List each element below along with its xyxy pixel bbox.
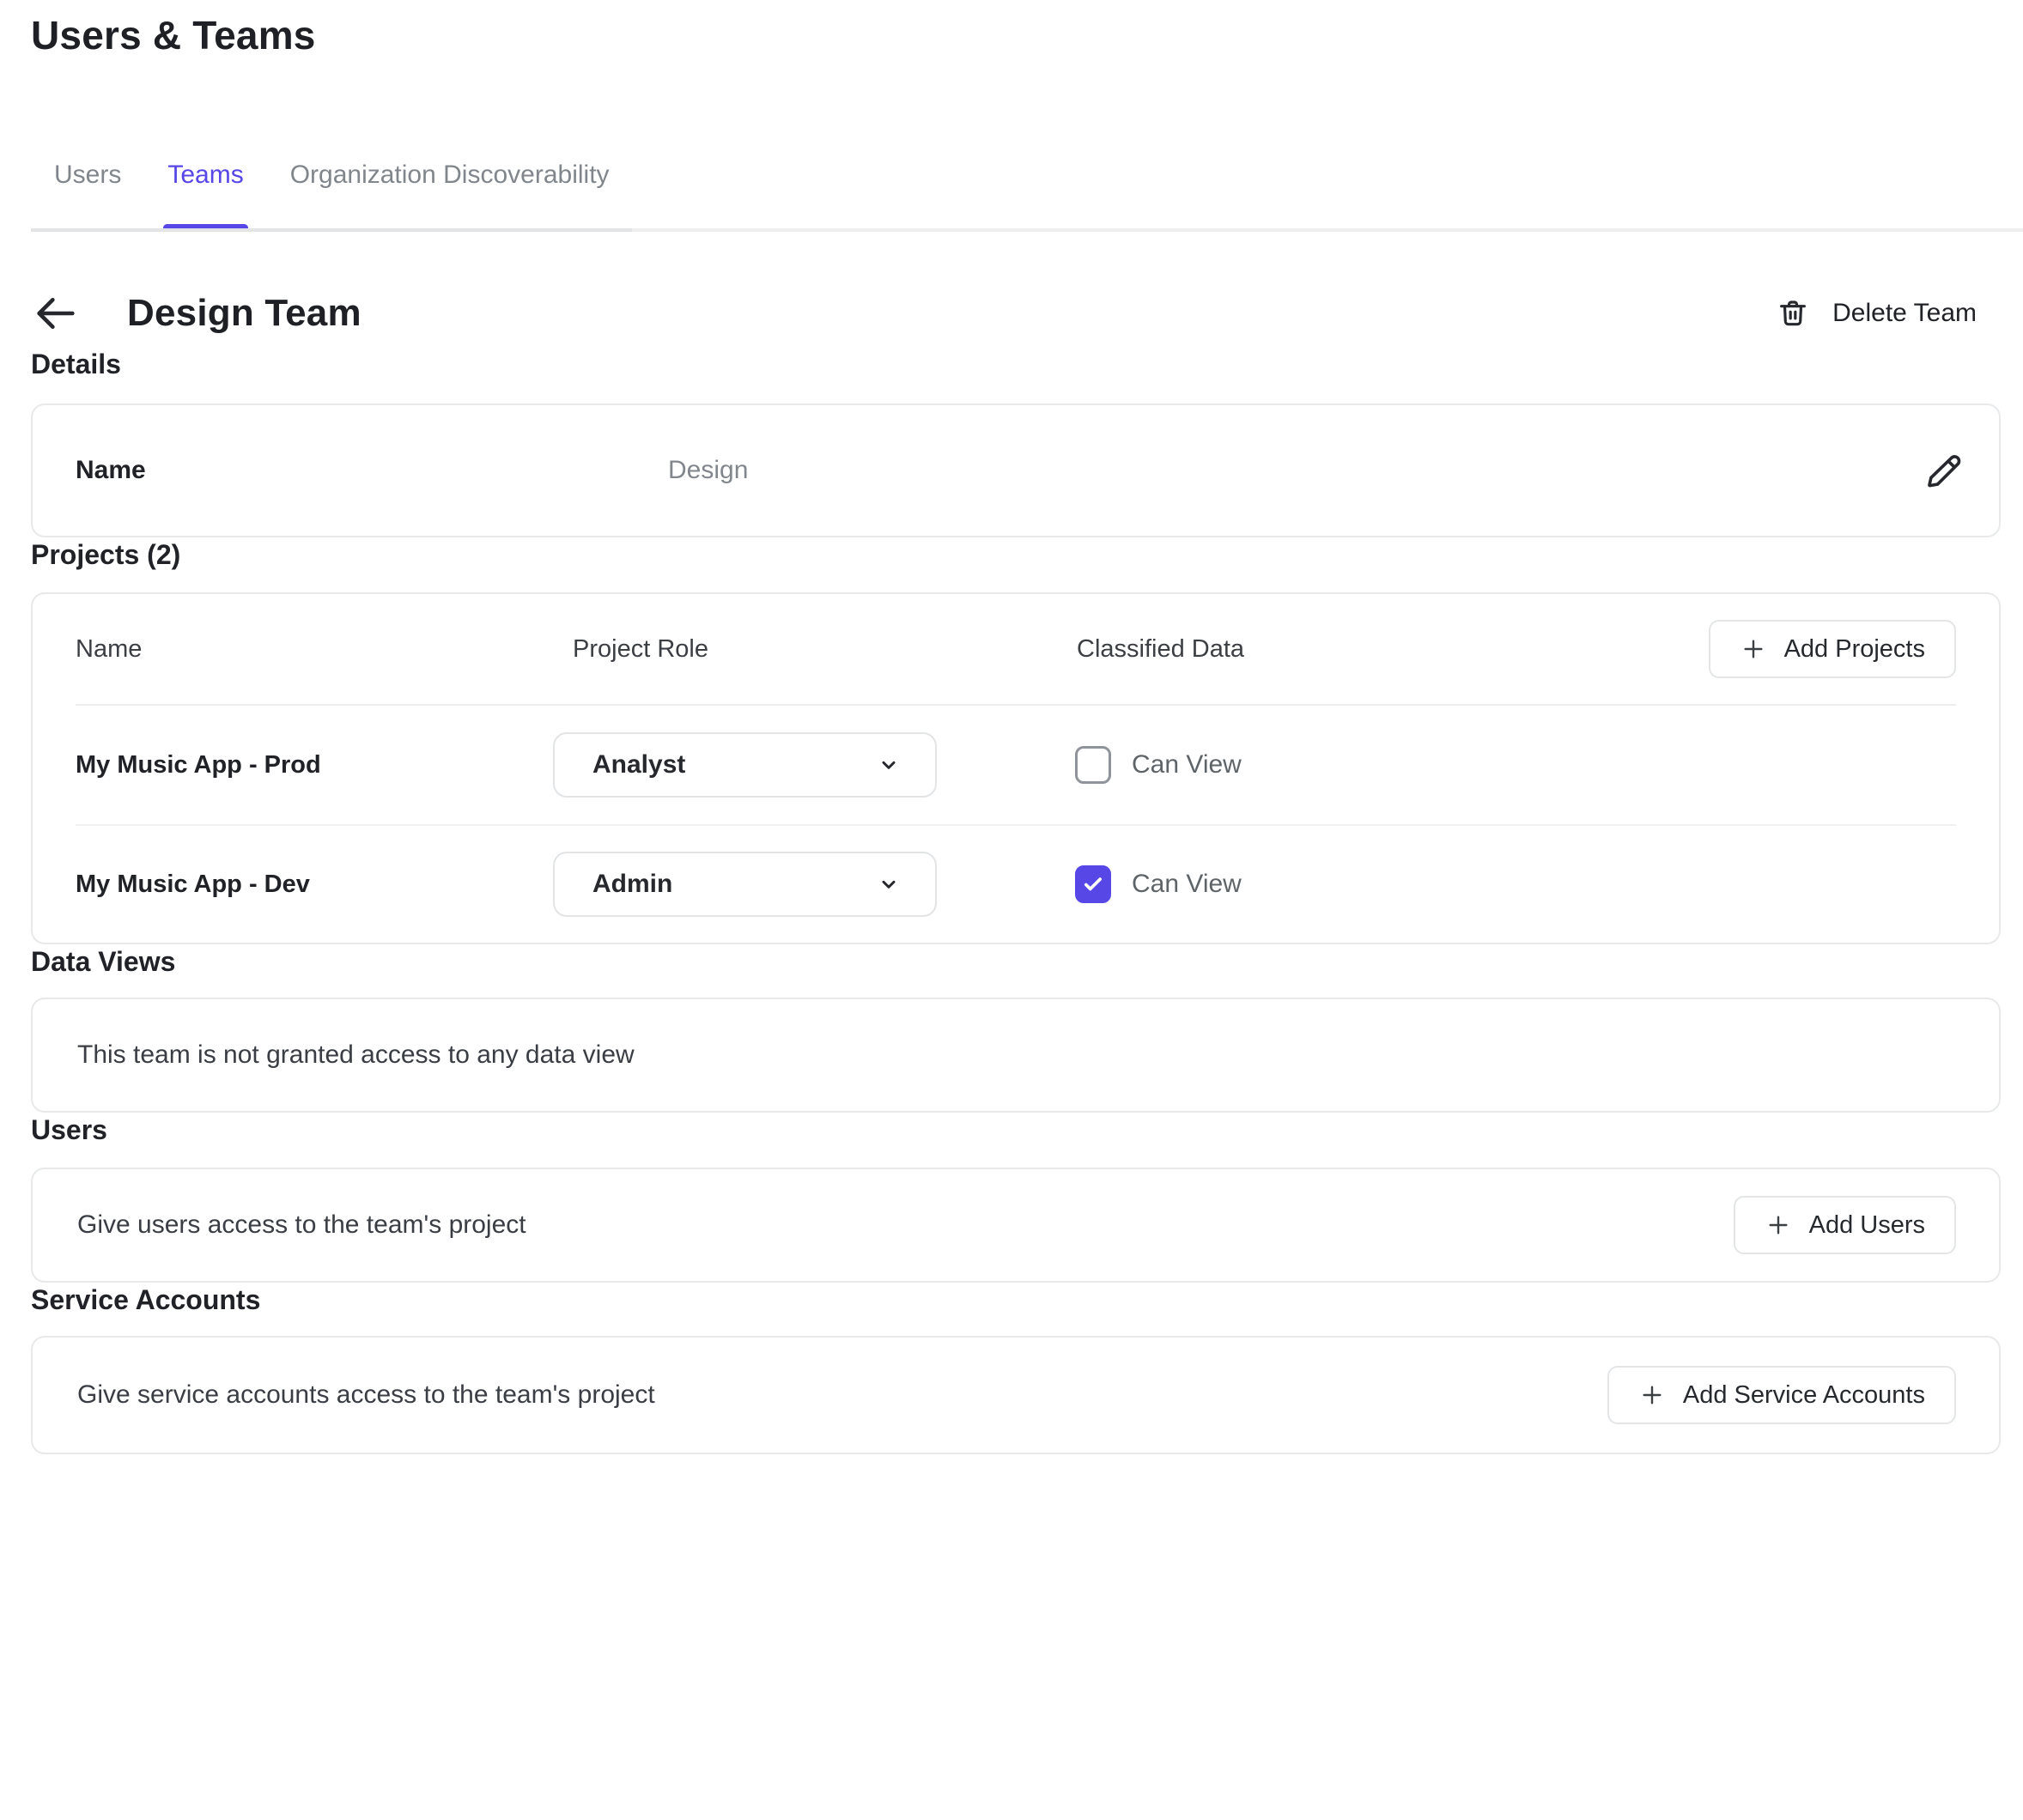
data-views-card: This team is not granted access to any d… [31,998,2001,1113]
plus-icon [1638,1381,1666,1409]
tab-teams[interactable]: Teams [144,158,266,232]
page-title: Users & Teams [31,10,2001,60]
edit-name-button[interactable] [1925,451,1965,490]
tabs-divider [31,228,2023,232]
classified-data-checkbox[interactable] [1075,865,1111,903]
project-row: My Music App - Dev Admin Can View [76,824,1956,943]
add-users-button[interactable]: Add Users [1734,1196,1956,1254]
users-empty-text: Give users access to the team's project [77,1210,526,1240]
delete-team-button[interactable]: Delete Team [1776,295,1977,331]
trash-icon [1776,295,1810,331]
team-title: Design Team [127,292,361,335]
service-accounts-empty-text: Give service accounts access to the team… [77,1380,655,1410]
project-role-select[interactable]: Analyst [553,732,937,798]
project-role-value: Analyst [592,750,875,780]
project-name: My Music App - Prod [76,751,553,780]
project-row: My Music App - Prod Analyst Can View [76,706,1956,824]
projects-table-header: Name Project Role Classified Data Add Pr… [76,594,1956,706]
can-view-label: Can View [1132,870,1242,899]
add-users-label: Add Users [1809,1211,1925,1240]
chevron-down-icon [875,751,902,779]
column-header-name: Name [76,635,553,664]
project-name: My Music App - Dev [76,871,553,899]
pencil-icon [1925,451,1965,490]
name-value: Design [668,456,1925,485]
data-views-empty-text: This team is not granted access to any d… [77,1040,635,1070]
service-accounts-card: Give service accounts access to the team… [31,1336,2001,1454]
add-service-accounts-label: Add Service Accounts [1683,1381,1925,1410]
details-heading: Details [31,347,2001,381]
add-projects-button[interactable]: Add Projects [1709,620,1956,678]
add-projects-label: Add Projects [1784,635,1925,664]
data-views-heading: Data Views [31,944,2001,979]
plus-icon [1765,1211,1792,1239]
classified-data-checkbox[interactable] [1075,746,1111,784]
column-header-classified-data: Classified Data [1075,635,1709,664]
project-role-value: Admin [592,870,875,899]
service-accounts-heading: Service Accounts [31,1283,2001,1317]
delete-team-label: Delete Team [1832,299,1977,328]
users-card: Give users access to the team's project … [31,1168,2001,1283]
add-service-accounts-button[interactable]: Add Service Accounts [1607,1366,1956,1424]
details-card: Name Design [31,403,2001,537]
can-view-label: Can View [1132,750,1242,780]
check-icon [1081,872,1105,896]
users-teams-page: Users & Teams Users Teams Organization D… [0,0,2023,1454]
project-role-select[interactable]: Admin [553,852,937,917]
tab-bar: Users Teams Organization Discoverability [31,158,2001,232]
chevron-down-icon [875,871,902,898]
plus-icon [1740,635,1767,663]
tab-organization-discoverability[interactable]: Organization Discoverability [267,158,633,232]
column-header-project-role: Project Role [553,635,1075,664]
users-heading: Users [31,1113,2001,1147]
projects-heading: Projects (2) [31,537,2001,572]
team-header: Design Team Delete Team [31,280,2001,347]
tab-users[interactable]: Users [31,158,144,232]
projects-table: Name Project Role Classified Data Add Pr… [31,592,2001,944]
name-label: Name [76,456,668,485]
arrow-left-icon [31,288,81,338]
back-button[interactable] [31,288,81,338]
